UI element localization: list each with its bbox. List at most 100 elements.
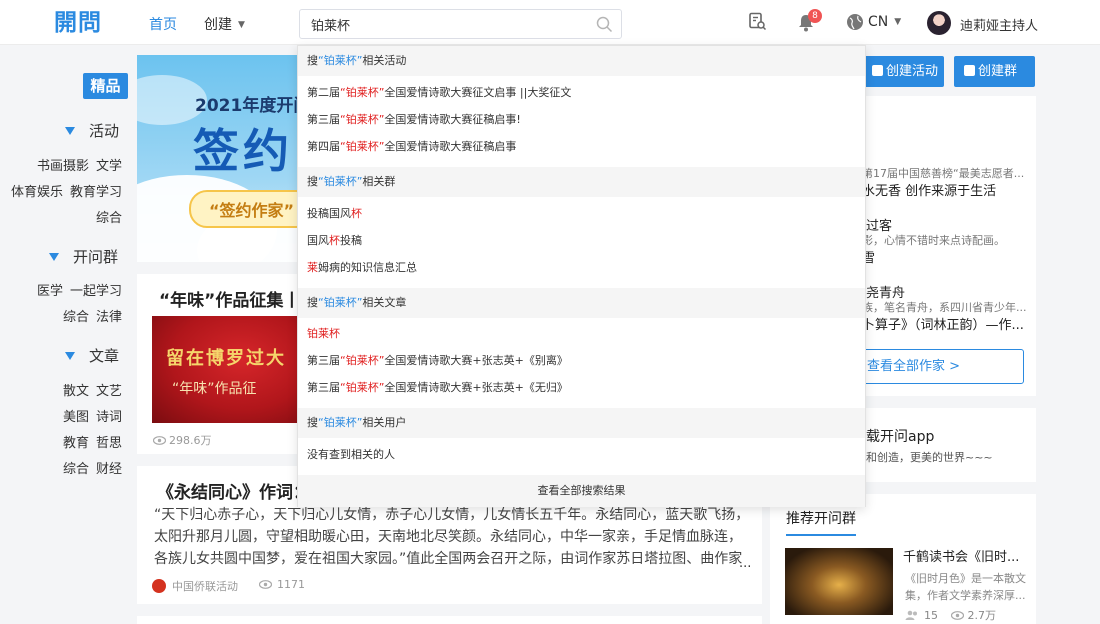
sidebar-item[interactable]: 体育娱乐 — [11, 185, 63, 200]
sidebar-item[interactable]: 综合 — [63, 310, 89, 325]
create-group-button[interactable]: 创建群 — [954, 56, 1035, 87]
item-keyword: 铂莱杯 — [307, 327, 340, 340]
org-name: 中国侨联活动 — [172, 580, 238, 593]
writer-desc: 族，笔名青舟，系四川省青少年... — [862, 301, 1027, 314]
suggestion-item[interactable]: 铂莱杯 — [307, 325, 340, 341]
header-prefix: 搜 — [307, 54, 318, 67]
suggestion-item[interactable]: 第三届“铂莱杯”全国爱情诗歌大赛+张志英+《别离》 — [307, 352, 568, 368]
section-title: 开问群 — [73, 248, 119, 266]
dropdown-section-header[interactable]: 搜“铂莱杯”相关用户 — [298, 408, 865, 438]
header-prefix: 搜 — [307, 296, 318, 309]
writer-desc: 第17届中国慈善榜“最美志愿者... — [862, 167, 1025, 180]
sidebar-item[interactable]: 文艺 — [96, 384, 122, 399]
suggestion-item[interactable]: 第三届“铂莱杯”全国爱情诗歌大赛+张志英+《无归》 — [307, 379, 568, 395]
sidebar-section-groups[interactable]: 开问群 — [49, 246, 118, 267]
sidebar-item[interactable]: 一起学习 — [70, 284, 122, 299]
calendar-plus-icon — [872, 65, 883, 76]
dropdown-section-header[interactable]: 搜“铂莱杯”相关文章 — [298, 288, 865, 318]
dropdown-section-header[interactable]: 搜“铂莱杯”相关群 — [298, 167, 865, 197]
sidebar-item[interactable]: 诗词 — [96, 410, 122, 425]
app-title[interactable]: 载开问app — [866, 426, 934, 446]
dropdown-section-header[interactable]: 搜“铂莱杯”相关活动 — [298, 46, 865, 76]
top-header: 開問 首页 创建 ▼ 8 CN ▼ 迪莉娅主持人 — [0, 0, 1100, 45]
suggestion-item[interactable]: 第二届“铂莱杯”全国爱情诗歌大赛征文启事 ||大奖征文 — [307, 84, 571, 100]
sidebar-item[interactable]: 教育学习 — [70, 185, 122, 200]
group-name[interactable]: 千鹤读书会《旧时... — [903, 546, 1019, 565]
notification-badge: 8 — [808, 9, 822, 23]
eye-icon — [258, 580, 273, 589]
sidebar-row: 综合 财经 — [56, 458, 122, 477]
sidebar-item[interactable]: 书画摄影 — [37, 159, 89, 174]
avatar[interactable] — [927, 11, 951, 35]
suggestion-item[interactable]: 莱姆病的知识信息汇总 — [307, 259, 417, 275]
card-org[interactable]: 中国侨联活动 — [152, 578, 238, 594]
globe-icon[interactable] — [846, 13, 864, 31]
create-activity-button[interactable]: 创建活动 — [862, 56, 944, 87]
group-thumbnail[interactable] — [785, 548, 893, 615]
item-keyword: “铂莱杯” — [340, 381, 385, 394]
document-search-icon[interactable] — [748, 12, 767, 31]
item-keyword: 莱 — [307, 261, 318, 274]
sidebar-section-articles[interactable]: 文章 — [65, 345, 119, 366]
sidebar-item[interactable]: 法律 — [96, 310, 122, 325]
header-suffix: 相关群 — [362, 175, 396, 188]
item-keyword: “铂莱杯” — [340, 354, 385, 367]
suggestion-item[interactable]: 投稿国风杯 — [307, 205, 362, 221]
suggestion-item[interactable]: 第三届“铂莱杯”全国爱情诗歌大赛征稿启事! — [307, 111, 521, 127]
card-image-text: “年味”作品征 — [172, 381, 257, 397]
item-text: 国风 — [307, 234, 329, 247]
view-count-value: 1171 — [277, 578, 305, 591]
sidebar-item[interactable]: 美图 — [63, 410, 89, 425]
sidebar-item[interactable]: 散文 — [63, 384, 89, 399]
item-text: 投稿国风 — [307, 207, 351, 220]
tab-recommended-groups[interactable]: 推荐开问群 — [786, 508, 856, 536]
card-title[interactable]: “年味”作品征集丨 — [159, 286, 300, 311]
sidebar-row: 综合 — [89, 207, 122, 226]
sidebar-row: 书画摄影 文学 — [30, 155, 122, 174]
language-selector[interactable]: CN ▼ — [868, 14, 901, 30]
chevron-down-icon: ▼ — [894, 17, 902, 27]
writer-title[interactable]: 水无香 创作来源于生活 — [862, 180, 996, 199]
nav-home-link[interactable]: 首页 — [149, 14, 177, 34]
featured-tag[interactable]: 精品 — [83, 73, 128, 99]
card-title[interactable]: 《永结同心》作词： — [157, 478, 310, 503]
item-text: 全国爱情诗歌大赛征稿启事 — [384, 140, 517, 153]
sidebar-section-activity[interactable]: 活动 — [65, 120, 119, 141]
writer-title[interactable]: 卜算子》（词林正韵）—作... — [862, 314, 1024, 333]
group-members: 15 — [924, 609, 938, 622]
search-icon[interactable] — [596, 16, 613, 33]
view-all-writers-button[interactable]: 查看全部作家 > — [857, 349, 1024, 384]
search-suggestions-dropdown: 搜“铂莱杯”相关活动 第二届“铂莱杯”全国爱情诗歌大赛征文启事 ||大奖征文 第… — [297, 45, 866, 507]
search-box[interactable] — [299, 9, 622, 39]
header-keyword: “铂莱杯” — [318, 175, 363, 188]
item-text: 第二届 — [307, 86, 340, 99]
sidebar-item[interactable]: 文学 — [96, 159, 122, 174]
search-input[interactable] — [300, 10, 580, 38]
app-subtitle: 和创造，更美的世界~~~ — [866, 451, 993, 464]
button-label: 创建群 — [978, 64, 1018, 79]
item-keyword: “铂莱杯” — [340, 113, 385, 126]
no-results-text: 没有查到相关的人 — [307, 446, 395, 462]
suggestion-item[interactable]: 第四届“铂莱杯”全国爱情诗歌大赛征稿启事 — [307, 138, 516, 154]
item-keyword: “铂莱杯” — [340, 86, 385, 99]
sidebar-item[interactable]: 综合 — [96, 211, 122, 226]
sidebar-item[interactable]: 哲思 — [96, 436, 122, 451]
sidebar-item[interactable]: 教育 — [63, 436, 89, 451]
card-image[interactable]: 留在博罗过大 “年味”作品征 — [152, 316, 302, 423]
item-text: 第四届 — [307, 140, 340, 153]
sidebar-row: 综合 法律 — [56, 306, 122, 325]
header-keyword: “铂莱杯” — [318, 296, 363, 309]
sidebar-row: 体育娱乐 教育学习 — [4, 181, 122, 200]
suggestion-item[interactable]: 国风杯投稿 — [307, 232, 362, 248]
username[interactable]: 迪莉娅主持人 — [960, 15, 1038, 34]
sidebar-item[interactable]: 财经 — [96, 462, 122, 477]
header-keyword: “铂莱杯” — [318, 416, 363, 429]
more-ellipsis: ... — [739, 556, 752, 571]
sidebar-item[interactable]: 医学 — [37, 284, 63, 299]
sidebar-item[interactable]: 综合 — [63, 462, 89, 477]
banner-year-text: 2021年度开问 — [195, 96, 311, 116]
view-count-value: 298.6万 — [169, 434, 212, 447]
view-all-results-link[interactable]: 查看全部搜索结果 — [298, 475, 865, 507]
nav-create-menu[interactable]: 创建 ▼ — [204, 14, 245, 34]
site-logo[interactable]: 開問 — [54, 9, 112, 37]
